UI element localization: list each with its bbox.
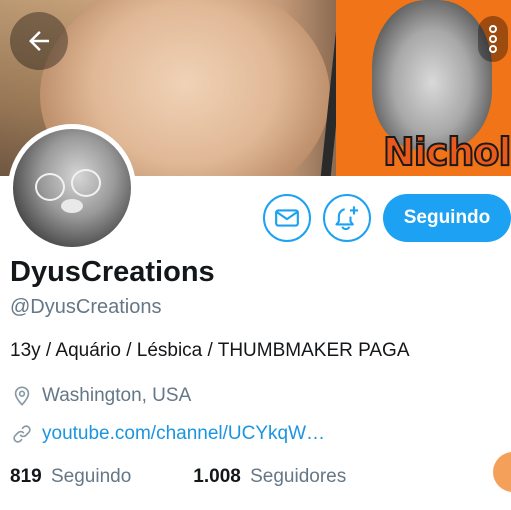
website-link[interactable]: youtube.com/channel/UCYkqW… (42, 423, 325, 445)
banner-photo-right-face (372, 0, 492, 150)
user-handle: @DyusCreations (10, 296, 162, 318)
banner-text: Nichols (382, 130, 511, 174)
message-button[interactable] (263, 194, 311, 242)
followers-count: 1.008 (193, 466, 241, 487)
avatar-image (13, 129, 131, 247)
avatar-filter-nose (61, 199, 83, 213)
followers-label: Seguidores (250, 466, 347, 487)
following-stat[interactable]: 819 Seguindo (10, 466, 131, 488)
back-arrow-icon (29, 31, 49, 51)
avatar-glasses-left (35, 173, 65, 201)
website-row[interactable]: youtube.com/channel/UCYkqW… (10, 422, 325, 446)
following-count: 819 (10, 466, 42, 487)
notifications-button[interactable] (323, 194, 371, 242)
bell-add-icon (335, 206, 359, 231)
location-text: Washington, USA (42, 385, 192, 406)
more-vertical-icon (489, 25, 497, 53)
profile-bio: 13y / Aquário / Lésbica / THUMBMAKER PAG… (10, 340, 410, 361)
link-icon (10, 422, 34, 446)
back-button[interactable] (10, 12, 68, 70)
following-label: Seguindo (50, 466, 132, 487)
more-options-button[interactable] (478, 16, 508, 62)
followers-stat[interactable]: 1.008 Seguidores (193, 466, 346, 488)
mail-icon (275, 209, 299, 227)
profile-avatar[interactable] (8, 124, 136, 252)
following-button[interactable]: Seguindo (383, 194, 511, 242)
location-row: Washington, USA (10, 384, 191, 408)
avatar-glasses-right (71, 169, 101, 197)
floating-action-button[interactable] (493, 452, 511, 492)
display-name: DyusCreations (10, 256, 215, 288)
location-pin-icon (10, 384, 34, 408)
follow-stats: 819 Seguindo 1.008 Seguidores (10, 466, 408, 488)
